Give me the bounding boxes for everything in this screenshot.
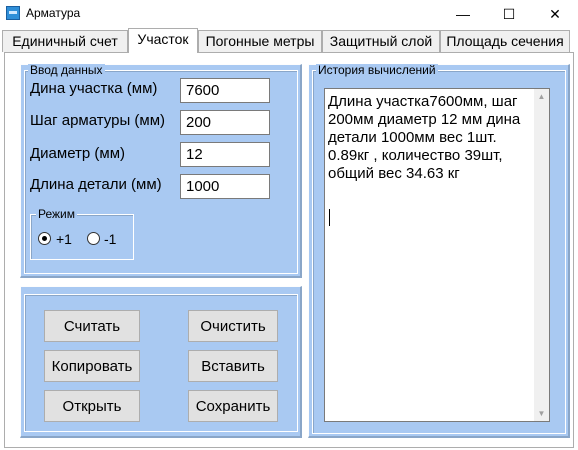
save-button[interactable]: Сохранить xyxy=(188,390,278,422)
diameter-label: Диаметр (мм) xyxy=(30,145,126,162)
tab-protective-layer[interactable]: Защитный слой xyxy=(322,30,440,52)
step-field[interactable] xyxy=(180,110,270,135)
mode-minus-label: -1 xyxy=(104,231,117,247)
app-icon xyxy=(6,6,20,20)
scroll-up-icon[interactable]: ▲ xyxy=(534,89,549,104)
history-text: Длина участка7600мм, шаг 200мм диаметр 1… xyxy=(328,93,525,182)
mode-legend: Режим xyxy=(36,207,77,221)
paste-button[interactable]: Вставить xyxy=(188,350,278,382)
mode-plus-label: +1 xyxy=(56,231,72,247)
open-button[interactable]: Открыть xyxy=(44,390,140,422)
history-legend: История вычислений xyxy=(316,63,438,77)
diameter-field[interactable] xyxy=(180,142,270,167)
copy-button[interactable]: Копировать xyxy=(44,350,140,382)
scroll-down-icon[interactable]: ▼ xyxy=(534,406,549,421)
step-label: Шаг арматуры (мм) xyxy=(30,112,166,129)
part-length-label: Длина детали (мм) xyxy=(30,176,162,193)
calculate-button[interactable]: Считать xyxy=(44,310,140,342)
close-button[interactable]: ✕ xyxy=(532,0,578,28)
tab-linear-meters[interactable]: Погонные метры xyxy=(198,30,322,52)
segment-length-field[interactable] xyxy=(180,78,270,103)
clear-button[interactable]: Очистить xyxy=(188,310,278,342)
tab-single-count[interactable]: Единичный счет xyxy=(2,30,128,52)
mode-minus-radio[interactable] xyxy=(87,232,100,245)
title-bar: Арматура — ☐ ✕ xyxy=(0,0,578,28)
tab-segment[interactable]: Участок xyxy=(128,28,198,53)
maximize-button[interactable]: ☐ xyxy=(486,0,532,28)
input-legend: Ввод данных xyxy=(28,63,105,77)
tab-strip: Единичный счет Участок Погонные метры За… xyxy=(0,28,578,53)
minimize-button[interactable]: — xyxy=(440,0,486,28)
tab-cross-section-area[interactable]: Площадь сечения xyxy=(440,30,570,52)
text-caret xyxy=(329,209,330,226)
part-length-field[interactable] xyxy=(180,174,270,199)
mode-plus-radio[interactable] xyxy=(38,232,51,245)
segment-length-label: Дина участка (мм) xyxy=(30,80,158,97)
window-title: Арматура xyxy=(26,6,81,20)
history-scrollbar[interactable]: ▲ ▼ xyxy=(534,89,549,421)
history-textarea[interactable]: Длина участка7600мм, шаг 200мм диаметр 1… xyxy=(324,88,550,422)
